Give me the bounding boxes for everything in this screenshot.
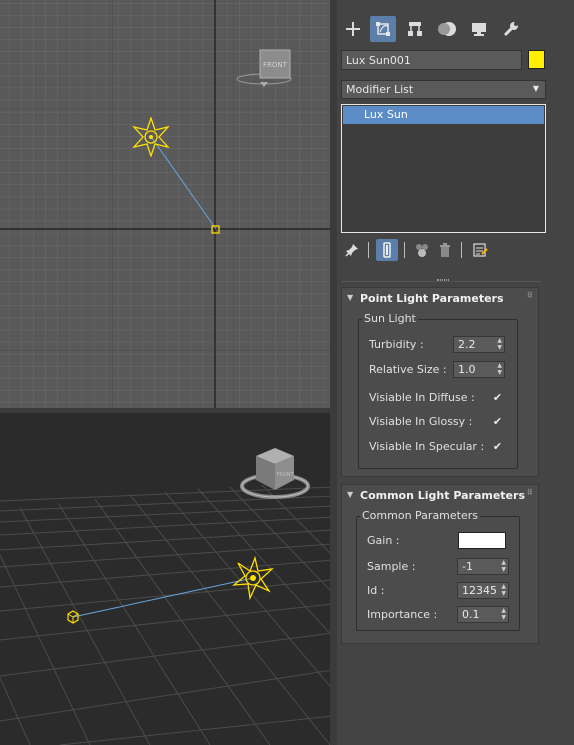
make-unique-button[interactable] — [411, 239, 433, 261]
spinner-arrows-icon[interactable]: ▲ ▼ — [497, 362, 502, 376]
tab-hierarchy[interactable] — [402, 16, 428, 42]
hierarchy-icon — [408, 22, 422, 36]
common-light-rollout-header[interactable]: ▼ Common Light Parameters ⠿ — [342, 485, 538, 507]
turbidity-row: Turbidity : 2.2 ▲ ▼ — [369, 336, 514, 354]
turbidity-value: 2.2 — [458, 338, 476, 351]
panel-divider — [341, 281, 541, 282]
object-name-field[interactable] — [341, 50, 522, 70]
visible-diffuse-checkbox[interactable]: ✔ — [491, 391, 504, 404]
viewcube-label: FRONT — [263, 61, 288, 69]
relative-size-spinner[interactable]: 1.0 ▲ ▼ — [453, 361, 505, 378]
common-parameters-group: Common Parameters Gain : Sample : -1 ▲ ▼ … — [356, 509, 520, 631]
modifier-list-dropdown[interactable]: Modifier List ▼ — [341, 80, 546, 99]
sample-value: -1 — [462, 560, 473, 573]
viewcube-label-perspective: FRONT — [276, 472, 294, 478]
visible-glossy-checkbox[interactable]: ✔ — [491, 415, 504, 428]
collapse-triangle-icon: ▼ — [347, 293, 354, 302]
configure-modifier-sets-button[interactable] — [469, 239, 491, 261]
sun-light-icon-perspective[interactable] — [231, 556, 275, 600]
gain-row: Gain : — [367, 532, 517, 550]
command-panel-tabs — [337, 14, 574, 46]
spinner-arrows-icon[interactable]: ▲ ▼ — [497, 337, 502, 351]
drag-handle-icon[interactable]: ⠿ — [527, 291, 533, 300]
modify-icon — [376, 22, 390, 36]
tab-create[interactable] — [340, 16, 366, 42]
drag-handle-icon[interactable]: ⠿ — [527, 488, 533, 497]
relative-size-label: Relative Size : — [369, 363, 447, 376]
object-color-swatch[interactable] — [528, 50, 545, 69]
sample-label: Sample : — [367, 560, 416, 573]
tab-motion[interactable] — [434, 16, 460, 42]
point-light-rollout-title: Point Light Parameters — [360, 292, 504, 305]
point-light-parameters-rollout: ▼ Point Light Parameters ⠿ Sun Light Tur… — [341, 287, 539, 477]
pin-stack-button[interactable] — [341, 239, 363, 261]
show-end-result-button[interactable] — [376, 239, 398, 261]
configure-sets-icon — [473, 243, 488, 257]
common-light-rollout-title: Common Light Parameters — [360, 489, 525, 502]
command-panel: Modifier List ▼ Lux Sun ▼ Point Light Pa… — [337, 0, 574, 745]
display-icon — [472, 23, 486, 36]
id-label: Id : — [367, 584, 385, 597]
viewcube-perspective[interactable]: FRONT — [238, 446, 312, 502]
visible-glossy-row: Visiable In Glossy : ✔ — [369, 413, 514, 431]
importance-label: Importance : — [367, 608, 438, 621]
common-light-parameters-rollout: ▼ Common Light Parameters ⠿ Common Param… — [341, 484, 539, 644]
stack-item-lux-sun[interactable]: Lux Sun — [343, 106, 544, 124]
show-end-result-icon — [383, 242, 391, 258]
sun-light-icon[interactable] — [131, 117, 171, 157]
sun-light-group-title: Sun Light — [362, 312, 418, 325]
create-plus-icon — [346, 22, 360, 36]
sample-row: Sample : -1 ▲ ▼ — [367, 558, 517, 576]
id-value: 12345 — [462, 584, 497, 597]
tab-utilities[interactable] — [498, 16, 524, 42]
id-spinner[interactable]: 12345 ▲ ▼ — [457, 582, 509, 599]
pin-icon — [345, 244, 358, 257]
importance-spinner[interactable]: 0.1 ▲ ▼ — [457, 606, 509, 623]
common-parameters-group-title: Common Parameters — [360, 509, 480, 522]
id-row: Id : 12345 ▲ ▼ — [367, 582, 517, 600]
stack-toolbar — [341, 238, 546, 262]
dropdown-arrow-icon: ▼ — [532, 84, 539, 93]
sun-target-cube[interactable] — [65, 609, 81, 625]
importance-row: Importance : 0.1 ▲ ▼ — [367, 606, 517, 624]
sample-spinner[interactable]: -1 ▲ ▼ — [457, 558, 509, 575]
gain-label: Gain : — [367, 534, 400, 547]
visible-diffuse-row: Visiable In Diffuse : ✔ — [369, 389, 514, 407]
make-unique-icon — [416, 244, 428, 257]
viewport-panel-divider — [330, 0, 337, 745]
motion-icon — [438, 22, 456, 36]
relative-size-value: 1.0 — [458, 363, 476, 376]
sun-light-group: Sun Light Turbidity : 2.2 ▲ ▼ Relative Si… — [358, 312, 518, 469]
perspective-viewport[interactable]: FRONT — [0, 413, 333, 745]
importance-value: 0.1 — [462, 608, 480, 621]
collapse-triangle-icon: ▼ — [347, 490, 354, 499]
modifier-list-label: Modifier List — [346, 83, 414, 96]
spinner-arrows-icon[interactable]: ▲ ▼ — [501, 607, 506, 621]
top-viewport[interactable]: FRONT — [0, 0, 333, 408]
viewcube[interactable]: FRONT — [233, 44, 295, 88]
spinner-arrows-icon[interactable]: ▲ ▼ — [501, 559, 506, 573]
point-light-rollout-header[interactable]: ▼ Point Light Parameters ⠿ — [342, 288, 538, 310]
utilities-wrench-icon — [503, 22, 518, 37]
modifier-stack[interactable]: Lux Sun — [341, 104, 546, 233]
toolbar-separator — [368, 242, 369, 258]
visible-specular-row: Visiable In Specular : ✔ — [369, 438, 514, 456]
tab-display[interactable] — [466, 16, 492, 42]
turbidity-label: Turbidity : — [369, 338, 424, 351]
spinner-arrows-icon[interactable]: ▲ ▼ — [501, 583, 506, 597]
turbidity-spinner[interactable]: 2.2 ▲ ▼ — [453, 336, 505, 353]
trash-icon — [440, 243, 450, 257]
visible-specular-label: Visiable In Specular : — [369, 440, 485, 453]
toolbar-separator — [461, 242, 462, 258]
tab-modify[interactable] — [370, 16, 396, 42]
relative-size-row: Relative Size : 1.0 ▲ ▼ — [369, 361, 514, 379]
toolbar-separator — [404, 242, 405, 258]
gain-color-swatch[interactable] — [458, 532, 506, 549]
visible-specular-checkbox[interactable]: ✔ — [491, 440, 504, 453]
remove-modifier-button[interactable] — [434, 239, 456, 261]
visible-glossy-label: Visiable In Glossy : — [369, 415, 473, 428]
visible-diffuse-label: Visiable In Diffuse : — [369, 391, 475, 404]
